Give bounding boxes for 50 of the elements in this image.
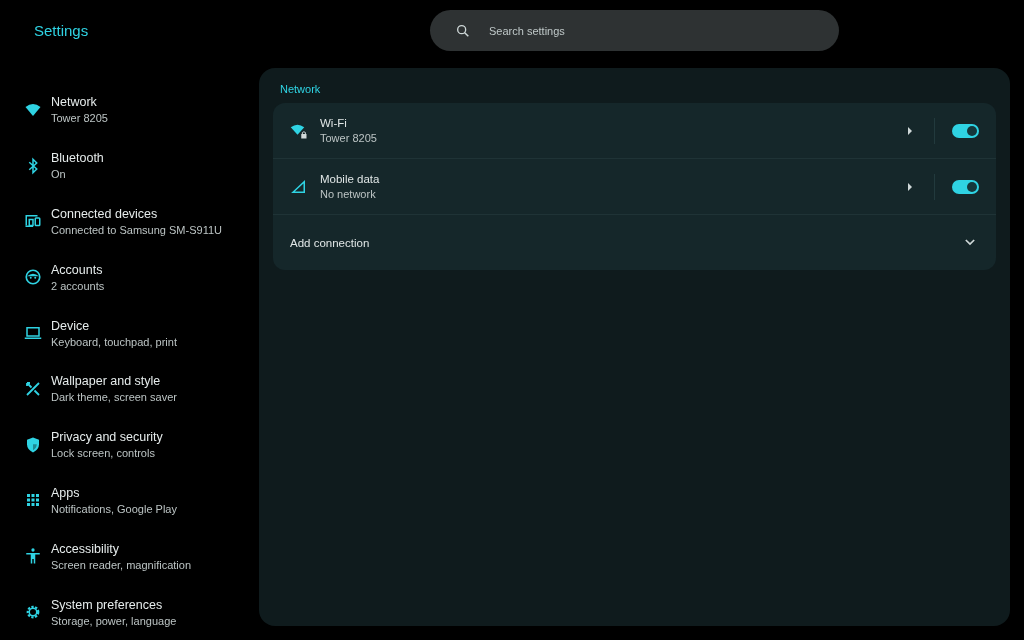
item-subtitle: Storage, power, language: [51, 614, 177, 627]
search-field[interactable]: Search settings: [430, 10, 839, 51]
row-title: Wi-Fi: [320, 117, 348, 129]
item-subtitle: Dark theme, screen saver: [51, 391, 177, 404]
accessibility-icon: [24, 547, 42, 566]
item-subtitle: Tower 8205: [51, 112, 108, 125]
item-subtitle: Connected to Samsung SM-S911U: [51, 224, 222, 236]
sidebar-item[interactable]: Privacy and security Lock screen, controls: [0, 416, 259, 473]
item-subtitle: Keyboard, touchpad, print: [51, 335, 177, 348]
item-subtitle: On: [51, 168, 67, 181]
chevron-down-icon[interactable]: [965, 239, 975, 246]
sidebar-item[interactable]: Accounts 2 accounts: [0, 249, 259, 306]
shield-icon: [24, 435, 42, 454]
row-subtitle: Tower 8205: [320, 132, 378, 144]
sidebar-item[interactable]: System preferences Storage, power, language: [0, 584, 259, 640]
row-title: Add connection: [290, 236, 371, 249]
arrow-right-icon[interactable]: [906, 182, 914, 191]
toggle-switch[interactable]: [952, 179, 979, 194]
item-subtitle: Lock screen, controls: [51, 447, 156, 460]
app-title: Settings: [34, 21, 89, 39]
item-title: Bluetooth: [51, 151, 104, 166]
row-subtitle: No network: [320, 188, 377, 200]
arrow-right-icon[interactable]: [906, 126, 914, 135]
sidebar-item[interactable]: Bluetooth On: [0, 137, 259, 194]
sidebar-item[interactable]: Connected devices Connected to Samsung SM-S911U: [0, 193, 259, 250]
sidebar-item[interactable]: Apps Notifications, Google Play: [0, 472, 259, 529]
item-subtitle: Notifications, Google Play: [51, 502, 177, 515]
item-title: Network: [51, 95, 98, 110]
item-title: Accessibility: [51, 541, 121, 556]
sidebar-item[interactable]: Accessibility Screen reader, magnification: [0, 528, 259, 585]
item-title: System preferences: [51, 597, 164, 612]
sidebar-item[interactable]: Network Tower 8205: [0, 82, 259, 138]
item-title: Device: [51, 318, 91, 333]
item-title: Apps: [51, 485, 81, 500]
item-title: Connected devices: [51, 207, 159, 221]
sidebar-item[interactable]: Device Keyboard, touchpad, print: [0, 305, 259, 361]
connection-row[interactable]: Wi-Fi Tower 8205: [273, 103, 996, 159]
item-title: Accounts: [51, 262, 104, 277]
connection-row[interactable]: Mobile data No network: [273, 159, 996, 215]
item-title: Wallpaper and style: [51, 374, 162, 389]
sidebar-item[interactable]: Wallpaper and style Dark theme, screen saver: [0, 361, 259, 417]
row-title: Mobile data: [320, 173, 381, 185]
item-subtitle: Screen reader, magnification: [51, 558, 192, 571]
signal-icon: [290, 177, 308, 196]
section-heading: Network: [280, 83, 322, 95]
toggle-switch[interactable]: [952, 123, 979, 138]
item-subtitle: 2 accounts: [51, 279, 105, 292]
face-icon: [24, 268, 42, 287]
item-title: Privacy and security: [51, 430, 163, 445]
expand-row[interactable]: Add connection: [273, 215, 996, 270]
